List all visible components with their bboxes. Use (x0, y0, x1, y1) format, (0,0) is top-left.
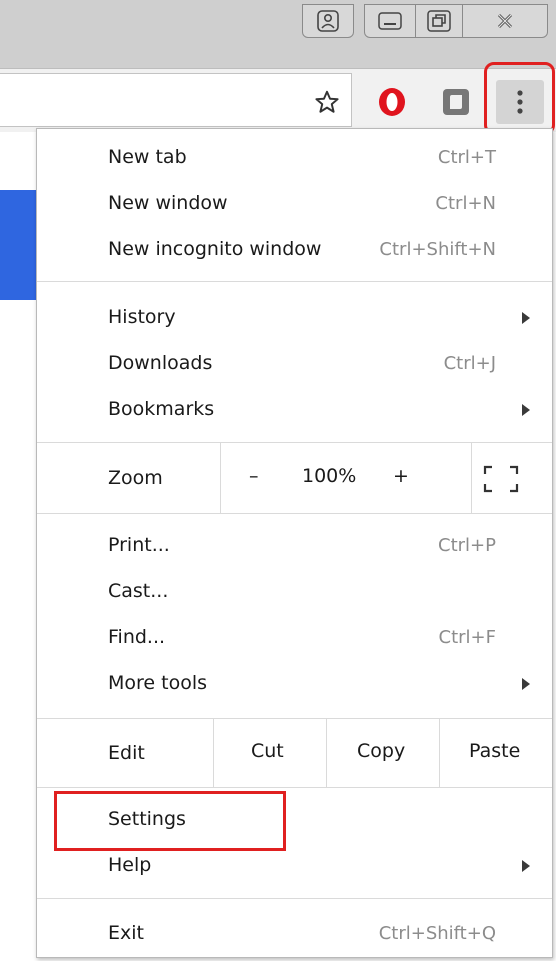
edit-divider (213, 719, 214, 787)
edit-row: Edit Cut Copy Paste (37, 719, 552, 787)
menu-item-label: Print... (108, 534, 170, 556)
opera-extension-button[interactable] (372, 83, 412, 121)
fullscreen-icon (483, 465, 519, 493)
zoom-out-button[interactable]: – (249, 465, 259, 487)
submenu-arrow-icon (522, 312, 530, 324)
settings-highlight (54, 791, 286, 851)
zoom-label: Zoom (108, 467, 163, 489)
restore-button[interactable] (415, 4, 463, 38)
fullscreen-button[interactable] (481, 463, 521, 495)
menu-item-bookmarks[interactable]: Bookmarks (37, 387, 552, 433)
menu-button-highlight (484, 62, 555, 135)
menu-item-label: Help (108, 854, 152, 876)
close-button[interactable] (462, 4, 548, 38)
minimize-button[interactable] (364, 4, 416, 38)
menu-item-more-tools[interactable]: More tools (37, 661, 552, 707)
menu-item-label: Bookmarks (108, 398, 215, 420)
menu-item-label: History (108, 306, 176, 328)
menu-separator (37, 898, 552, 899)
copy-button[interactable]: Copy (357, 740, 405, 762)
minimize-icon (378, 12, 402, 30)
person-icon (317, 10, 339, 32)
menu-item-label: New tab (108, 146, 187, 168)
restore-icon (427, 10, 451, 32)
address-bar[interactable] (0, 73, 352, 127)
menu-item-label: New incognito window (108, 238, 322, 260)
menu-item-label: Downloads (108, 352, 213, 374)
menu-separator (37, 787, 552, 788)
close-icon (497, 13, 513, 29)
menu-item-label: More tools (108, 672, 208, 694)
menu-item-label: New window (108, 192, 228, 214)
profile-button[interactable] (302, 4, 354, 38)
cut-button[interactable]: Cut (251, 740, 284, 762)
menu-item-history[interactable]: History (37, 295, 552, 341)
menu-item-new-incognito-window[interactable]: New incognito window Ctrl+Shift+N (37, 227, 552, 273)
menu-item-new-tab[interactable]: New tab Ctrl+T (37, 135, 552, 181)
menu-item-label: Cast... (108, 580, 169, 602)
zoom-in-button[interactable]: + (393, 465, 409, 487)
edit-divider (326, 719, 327, 787)
menu-separator (37, 513, 552, 514)
zoom-divider (220, 443, 221, 513)
menu-item-label: Exit (108, 922, 144, 944)
browser-toolbar (0, 68, 556, 132)
gray-square-icon (443, 89, 469, 115)
zoom-level: 100% (302, 465, 357, 487)
opera-o-icon (379, 88, 405, 116)
menu-item-shortcut: Ctrl+T (437, 147, 496, 168)
edit-label: Edit (108, 742, 145, 764)
paste-button[interactable]: Paste (469, 740, 520, 762)
submenu-arrow-icon (522, 678, 530, 690)
extension-button[interactable] (436, 83, 476, 121)
menu-item-exit[interactable]: Exit Ctrl+Shift+Q (37, 911, 552, 957)
menu-item-cast[interactable]: Cast... (37, 569, 552, 615)
menu-item-shortcut: Ctrl+J (443, 353, 496, 374)
menu-item-downloads[interactable]: Downloads Ctrl+J (37, 341, 552, 387)
edit-divider (439, 719, 440, 787)
bookmark-star-button[interactable] (310, 85, 344, 119)
menu-item-shortcut: Ctrl+Shift+Q (378, 923, 496, 944)
submenu-arrow-icon (522, 404, 530, 416)
menu-item-shortcut: Ctrl+Shift+N (379, 239, 496, 260)
title-bar (0, 0, 556, 68)
zoom-row: Zoom – 100% + (37, 443, 552, 513)
page-blue-strip (0, 190, 36, 300)
submenu-arrow-icon (522, 860, 530, 872)
menu-item-label: Find... (108, 626, 166, 648)
menu-item-new-window[interactable]: New window Ctrl+N (37, 181, 552, 227)
menu-item-find[interactable]: Find... Ctrl+F (37, 615, 552, 661)
menu-item-shortcut: Ctrl+P (438, 535, 496, 556)
zoom-divider (471, 443, 472, 513)
menu-item-print[interactable]: Print... Ctrl+P (37, 523, 552, 569)
star-icon (315, 90, 339, 113)
menu-item-shortcut: Ctrl+F (438, 627, 496, 648)
menu-separator (37, 281, 552, 282)
menu-item-shortcut: Ctrl+N (435, 193, 496, 214)
